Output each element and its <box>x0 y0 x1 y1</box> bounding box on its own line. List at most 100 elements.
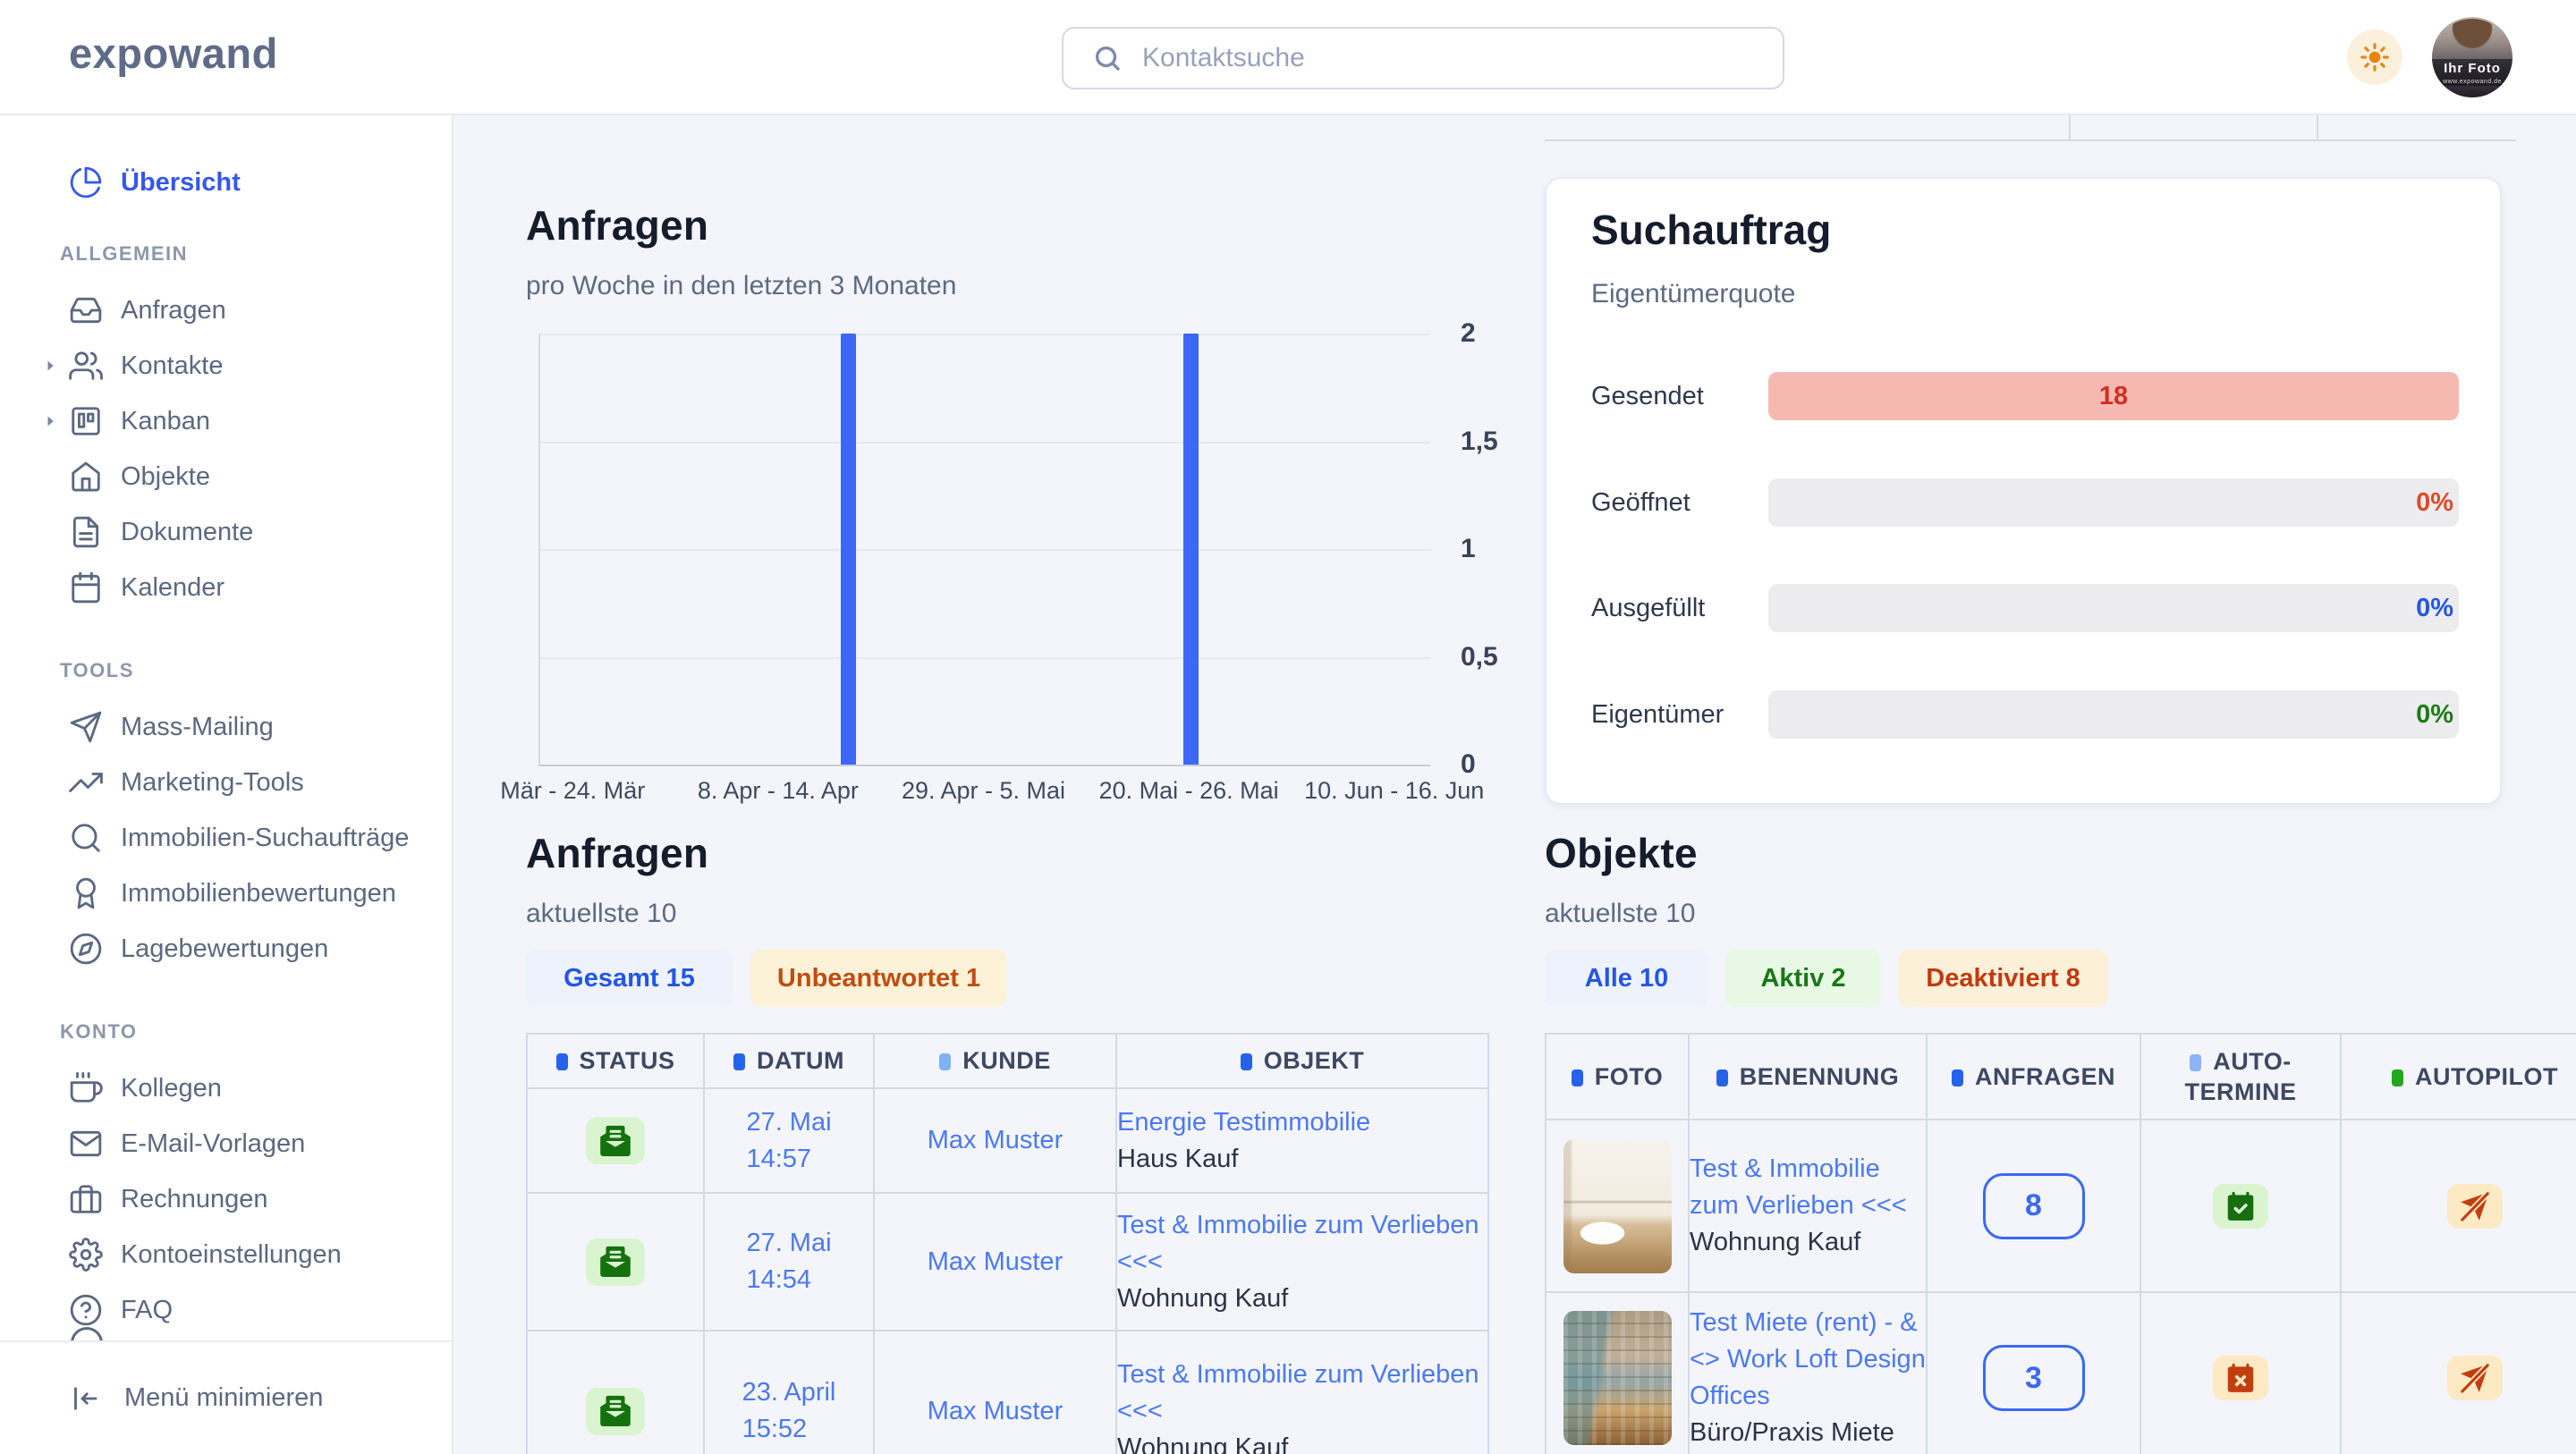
send-icon <box>69 710 103 744</box>
status-cell <box>527 1193 704 1331</box>
anfragen-table-row: 27. Mai14:54 Max Muster Test & Immobilie z… <box>527 1193 1488 1331</box>
top-header: expowand Ihr Foto www.expowand.de <box>0 0 2576 115</box>
customer-link[interactable]: Max Muster <box>928 1397 1063 1425</box>
collapse-label: Menü minimieren <box>124 1383 323 1413</box>
column-bullet-icon <box>1952 1069 1963 1086</box>
anfragen-count-badge[interactable]: 3 <box>1983 1345 2085 1411</box>
chart-title: Anfragen <box>526 201 708 249</box>
chevron-right-icon[interactable] <box>41 412 59 430</box>
objekte-section-title: Objekte <box>1545 829 1698 877</box>
collapse-icon <box>69 1382 101 1415</box>
column-header-status[interactable]: STATUS <box>527 1034 704 1088</box>
date-cell: 27. Mai14:54 <box>704 1193 874 1331</box>
sidebar-item-immobilien-suchauftr-ge[interactable]: Immobilien-Suchaufträge <box>0 810 452 866</box>
sidebar-item-immobilienbewertungen[interactable]: Immobilienbewertungen <box>0 866 452 921</box>
anfragen-bar-chart: 21,510,50Mär - 24. Mär8. Apr - 14. Apr29… <box>538 334 1540 816</box>
customer-cell: Max Muster <box>874 1088 1116 1193</box>
mail-icon <box>69 1127 103 1161</box>
object-link[interactable]: Test & Immobilie zum Verlieben <<< <box>1117 1207 1487 1281</box>
sidebar-item-rechnungen[interactable]: Rechnungen <box>0 1171 452 1227</box>
date-link[interactable]: 27. Mai14:57 <box>746 1104 831 1178</box>
property-photo[interactable] <box>1563 1311 1672 1445</box>
sidebar-item-kanban[interactable]: Kanban <box>0 393 452 449</box>
filter-tab-aktiv-2[interactable]: Aktiv 2 <box>1725 950 1881 1007</box>
sidebar-item-kalender[interactable]: Kalender <box>0 560 452 615</box>
filter-tab-gesamt-15[interactable]: Gesamt 15 <box>526 950 733 1007</box>
column-header-kunde[interactable]: KUNDE <box>874 1034 1116 1088</box>
column-header-label: AUTOPILOT <box>2415 1063 2558 1090</box>
objekte-table: FOTO BENENNUNGANFRAGENAUTO-TERMINE AUTOPIL… <box>1545 1033 2576 1454</box>
object-type-label: Wohnung Kauf <box>1117 1281 1487 1317</box>
collapse-menu-button[interactable]: Menü minimieren <box>0 1340 452 1454</box>
sidebar-item-label: Kanban <box>121 407 210 436</box>
file-text-icon <box>69 515 103 549</box>
funnel-row: Gesendet18 <box>1591 372 2459 420</box>
column-header-datum[interactable]: DATUM <box>704 1034 874 1088</box>
chevron-right-icon[interactable] <box>41 357 59 375</box>
column-header-benennung[interactable]: BENENNUNG <box>1689 1034 1927 1120</box>
column-bullet-icon <box>733 1053 745 1070</box>
sidebar-item-label: Lagebewertungen <box>121 934 328 964</box>
object-link[interactable]: Energie Testimmobilie <box>1117 1104 1487 1141</box>
filter-tab-deaktiviert-8[interactable]: Deaktiviert 8 <box>1898 950 2108 1007</box>
anfragen-count-cell: 8 <box>1927 1120 2140 1292</box>
column-header-anfragen[interactable]: ANFRAGEN <box>1927 1034 2140 1120</box>
sidebar-item-anfragen[interactable]: Anfragen <box>0 283 452 338</box>
user-avatar[interactable]: Ihr Foto www.expowand.de <box>2432 17 2512 97</box>
date-link[interactable]: 27. Mai14:54 <box>746 1225 831 1298</box>
sidebar-item-e-mail-vorlagen[interactable]: E-Mail-Vorlagen <box>0 1116 452 1171</box>
column-header-foto[interactable]: FOTO <box>1546 1034 1689 1120</box>
sidebar-item-kontakte[interactable]: Kontakte <box>0 338 452 393</box>
property-type-label: Büro/Praxis Miete <box>1690 1415 1926 1451</box>
funnel-row: Eigentümer0% <box>1591 690 2459 739</box>
objekte-table-row: Test & Immobilie zum Verlieben <<<Wohnun… <box>1546 1120 2576 1292</box>
status-cell <box>527 1331 704 1454</box>
name-cell: Test & Immobilie zum Verlieben <<<Wohnun… <box>1689 1120 1927 1292</box>
column-header-autopilot[interactable]: AUTOPILOT <box>2341 1034 2576 1120</box>
pie-chart-icon <box>69 165 103 199</box>
contact-search[interactable] <box>1062 27 1784 89</box>
sidebar-item-lagebewertungen[interactable]: Lagebewertungen <box>0 921 452 976</box>
chart-gridline <box>540 334 1430 335</box>
sidebar-item-marketing-tools[interactable]: Marketing-Tools <box>0 755 452 810</box>
sidebar-item-label: Dokumente <box>121 518 253 547</box>
column-header-label: KUNDE <box>962 1047 1051 1074</box>
chart-bar[interactable] <box>841 334 856 765</box>
property-photo[interactable] <box>1563 1139 1672 1273</box>
column-header-objekt[interactable]: OBJEKT <box>1116 1034 1488 1088</box>
date-link[interactable]: 23. April15:52 <box>742 1374 836 1448</box>
object-link[interactable]: Test & Immobilie zum Verlieben <<< <box>1117 1357 1487 1430</box>
column-header-label: FOTO <box>1595 1063 1664 1090</box>
column-header-auto-termine[interactable]: AUTO-TERMINE <box>2140 1034 2341 1120</box>
sidebar-item-objekte[interactable]: Objekte <box>0 449 452 504</box>
filter-tab-alle-10[interactable]: Alle 10 <box>1545 950 1708 1007</box>
y-axis-tick-label: 1 <box>1461 534 1532 564</box>
sidebar-item-faq[interactable]: FAQ <box>0 1282 452 1338</box>
app-screen: expowand Ihr Foto www.expowand.de Übersi… <box>0 0 2576 1454</box>
sidebar-item-label: Immobilienbewertungen <box>121 879 396 909</box>
funnel-bar: 0% <box>1768 584 2459 632</box>
sidebar-item-label: Anfragen <box>121 296 226 325</box>
sidebar-item-label: Objekte <box>121 462 210 492</box>
avatar-caption: Ihr Foto www.expowand.de <box>2432 59 2512 87</box>
trending-up-icon <box>69 765 103 799</box>
sidebar-item-dokumente[interactable]: Dokumente <box>0 504 452 560</box>
customer-link[interactable]: Max Muster <box>928 1247 1063 1276</box>
property-name-link[interactable]: Test Miete (rent) - & <> Work Loft Desig… <box>1690 1305 1926 1415</box>
customer-link[interactable]: Max Muster <box>928 1126 1063 1154</box>
sidebar-item-kollegen[interactable]: Kollegen <box>0 1061 452 1116</box>
filter-tab-unbeantwortet-1[interactable]: Unbeantwortet 1 <box>750 950 1007 1007</box>
sidebar-item-kontoeinstellungen[interactable]: Kontoeinstellungen <box>0 1227 452 1282</box>
sidebar-item-label: Kollegen <box>121 1074 222 1103</box>
kanban-icon <box>69 404 103 438</box>
y-axis-tick-label: 1,5 <box>1461 427 1532 457</box>
property-name-link[interactable]: Test & Immobilie zum Verlieben <<< <box>1690 1151 1926 1224</box>
calendar-icon <box>69 571 103 604</box>
search-input[interactable] <box>1140 42 1783 74</box>
sidebar-item-mass-mailing[interactable]: Mass-Mailing <box>0 699 452 755</box>
theme-toggle-button[interactable] <box>2347 30 2402 85</box>
anfragen-count-badge[interactable]: 8 <box>1983 1173 2085 1239</box>
sidebar-item-uebersicht[interactable]: Übersicht <box>0 155 452 210</box>
y-axis-tick-label: 2 <box>1461 318 1532 349</box>
chart-bar[interactable] <box>1183 334 1199 765</box>
